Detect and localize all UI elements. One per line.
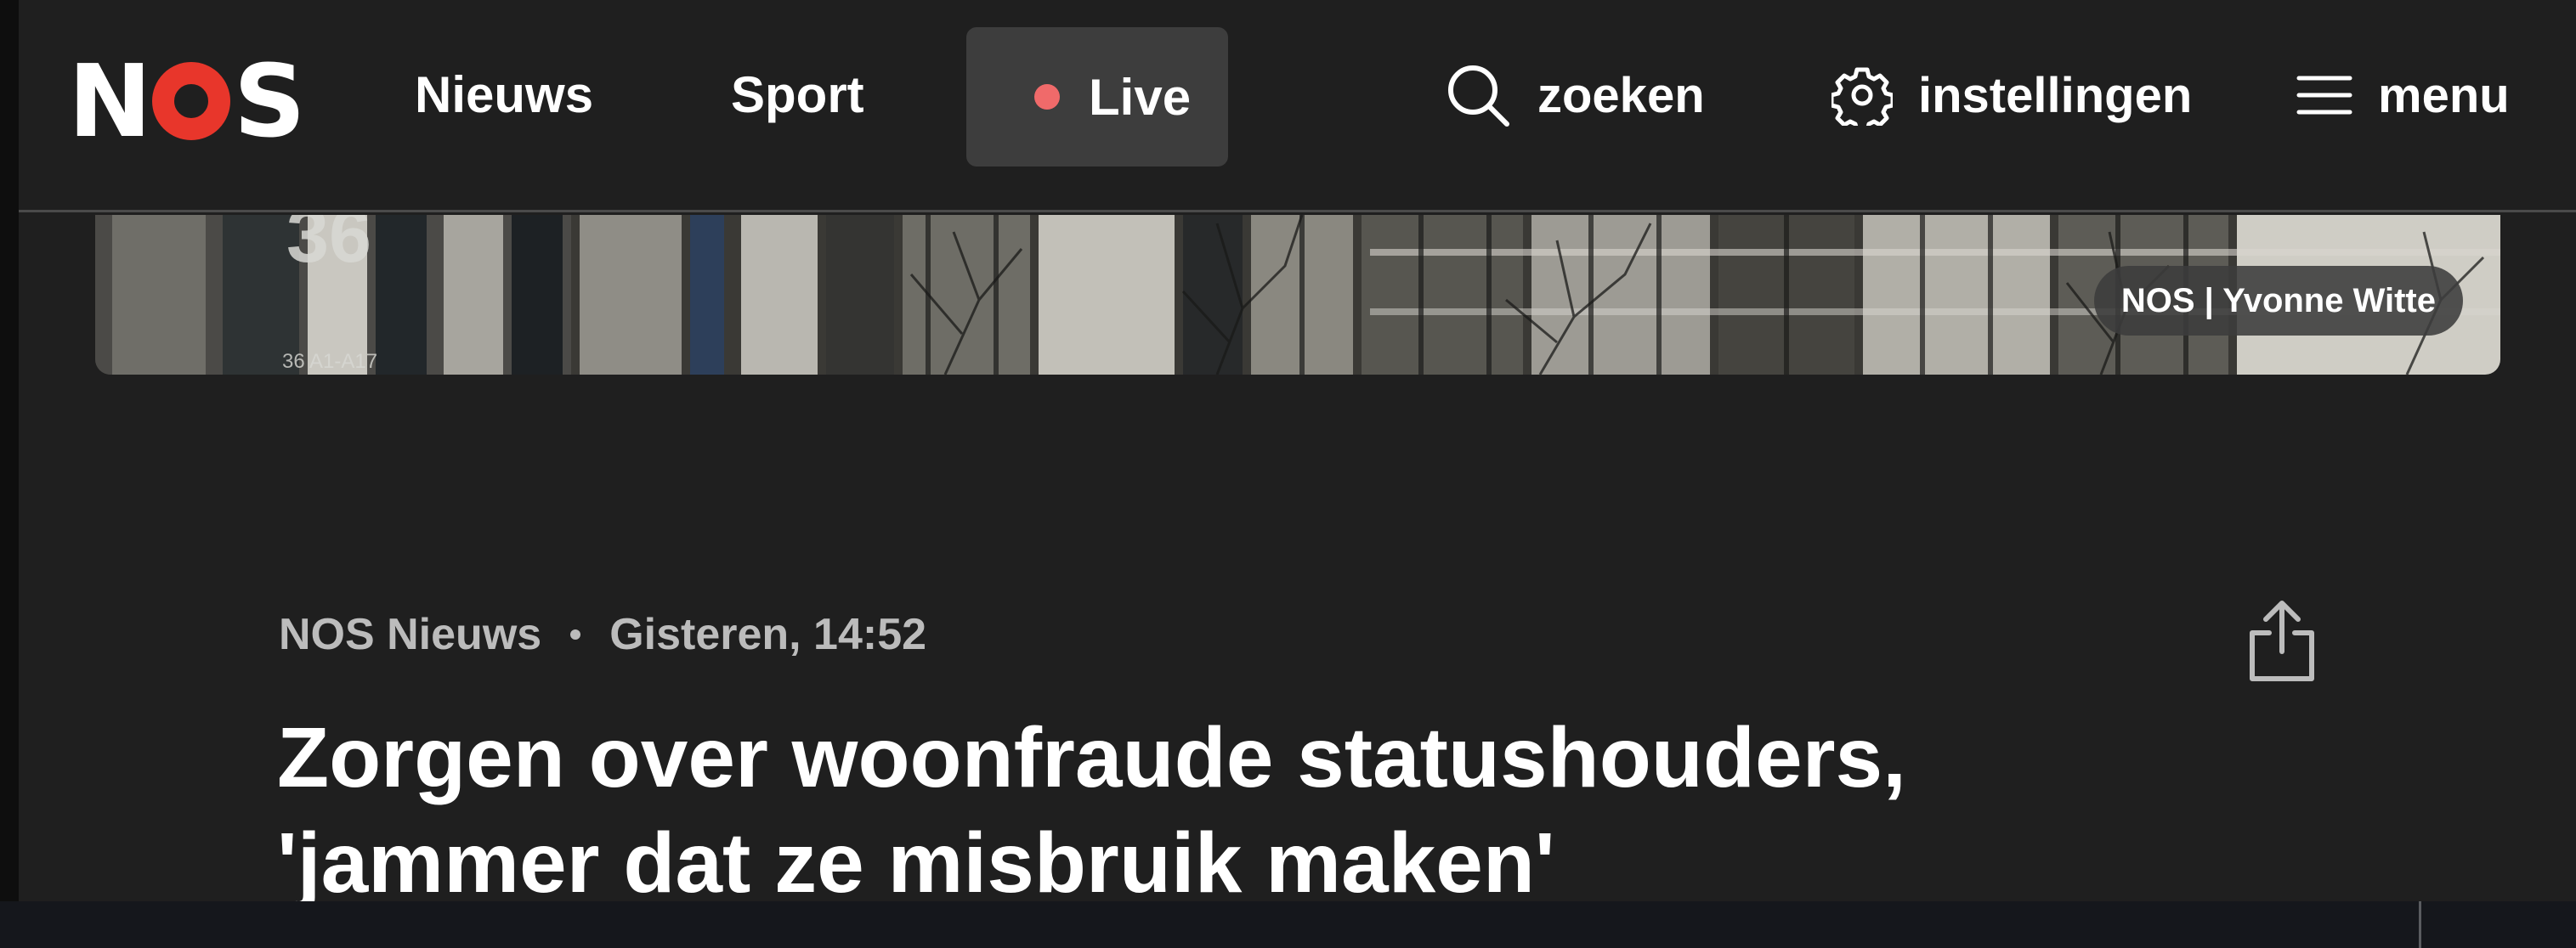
- share-icon: [2250, 601, 2314, 681]
- left-edge: [0, 0, 19, 948]
- search-label: zoeken: [1537, 67, 1705, 123]
- bottom-bar: [0, 901, 2576, 948]
- gear-icon: [1832, 67, 1893, 126]
- hero-image: 36 36 A1-A17 NOS | Yvonne Witte: [95, 215, 2500, 375]
- search-icon: [1448, 65, 1509, 127]
- nav-news[interactable]: Nieuws: [415, 53, 593, 136]
- nos-logo[interactable]: N S: [68, 42, 306, 160]
- logo-o-ring: [151, 62, 230, 140]
- bottom-bar-divider: [2419, 901, 2421, 948]
- site-header: N S Nieuws Sport Live zoeken instellinge…: [19, 0, 2576, 212]
- nav-live-button[interactable]: Live: [966, 27, 1228, 166]
- live-dot-icon: [1034, 84, 1060, 110]
- menu-label: menu: [2378, 67, 2510, 123]
- photo-credit-badge: NOS | Yvonne Witte: [2093, 266, 2463, 336]
- headline-line-1: Zorgen over woonfraude statushouders,: [277, 710, 1906, 805]
- article-meta: NOS Nieuws Gisteren, 14:52: [279, 605, 926, 664]
- hamburger-icon: [2296, 76, 2352, 115]
- search-button[interactable]: zoeken: [1444, 53, 1705, 138]
- logo-letter-n: N: [68, 42, 152, 160]
- settings-label: instellingen: [1918, 67, 2193, 123]
- settings-button[interactable]: instellingen: [1832, 53, 2192, 138]
- nav-sport[interactable]: Sport: [731, 53, 864, 136]
- article-source: NOS Nieuws: [279, 610, 542, 659]
- nav-live-label: Live: [1089, 68, 1192, 126]
- logo-letter-s: S: [233, 42, 306, 160]
- svg-text:36 A1-A17: 36 A1-A17: [282, 350, 377, 373]
- meta-separator-dot: [570, 629, 581, 640]
- article-timestamp: Gisteren, 14:52: [609, 610, 927, 659]
- share-button[interactable]: [2242, 595, 2322, 688]
- headline-line-2: 'jammer dat ze misbruik maken': [277, 815, 1555, 911]
- menu-button[interactable]: menu: [2296, 53, 2510, 138]
- article-headline: Zorgen over woonfraude statushouders, 'j…: [277, 705, 1977, 916]
- svg-text:36: 36: [286, 215, 371, 279]
